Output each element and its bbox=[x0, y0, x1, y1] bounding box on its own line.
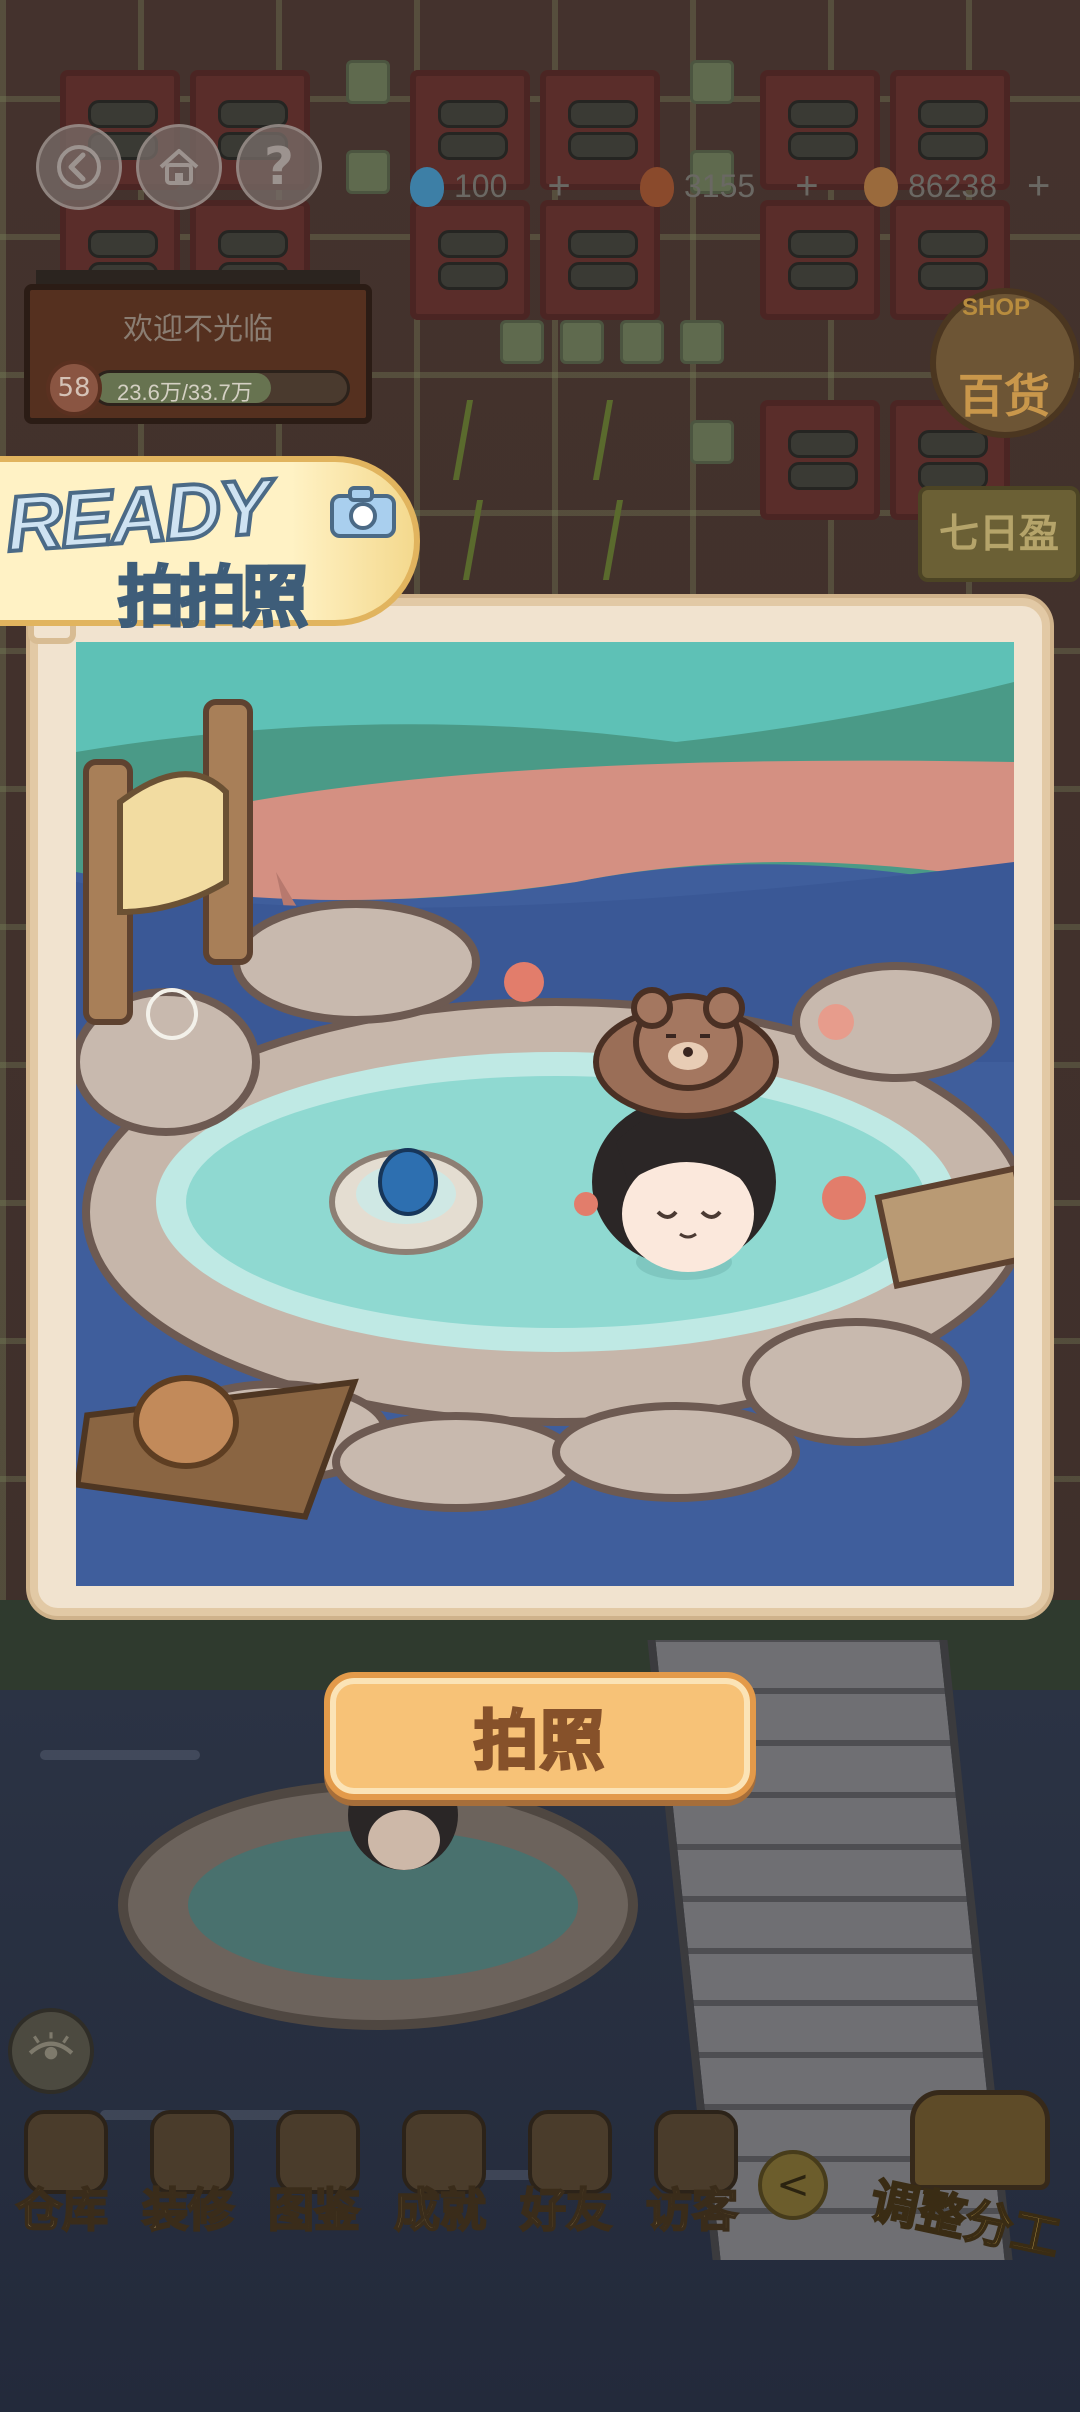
level-badge: 58 bbox=[46, 360, 102, 416]
hot-spring-scene bbox=[76, 642, 1014, 1586]
path-tile bbox=[690, 60, 734, 104]
toolbar-label: 仓库 bbox=[15, 2182, 109, 2238]
toolbar-label: 装修 bbox=[141, 2182, 235, 2238]
bottom-toolbar: 仓库 装修 图鉴 成就 好友 访客 bbox=[0, 2110, 840, 2240]
coin-icon bbox=[864, 166, 898, 207]
collapse-toolbar-button[interactable]: < bbox=[758, 2150, 828, 2220]
crop-plot bbox=[540, 200, 660, 320]
path-tile bbox=[680, 320, 724, 364]
resource-gem[interactable]: 100 + bbox=[410, 164, 571, 209]
wheat-plant bbox=[602, 500, 678, 580]
character-face bbox=[368, 1810, 440, 1870]
path-tile bbox=[500, 320, 544, 364]
hide-ui-button[interactable] bbox=[8, 2008, 94, 2094]
add-coin-button[interactable]: + bbox=[1027, 164, 1050, 209]
resource-fire[interactable]: 3155 + bbox=[640, 164, 819, 209]
wheat-plant bbox=[592, 400, 668, 480]
camera-icon bbox=[330, 486, 396, 538]
take-photo-label: 拍照 bbox=[473, 1704, 606, 1781]
resource-coin[interactable]: 86238 + bbox=[864, 164, 1050, 209]
shop-name: 欢迎不光临 bbox=[123, 312, 273, 347]
shop-tag: SHOP bbox=[962, 294, 1031, 321]
seven-day-event-button[interactable]: 七日盈实 bbox=[918, 486, 1080, 645]
toolbar-achievement[interactable]: 成就 bbox=[378, 2110, 502, 2240]
photo-frame bbox=[28, 596, 1050, 1616]
back-button[interactable] bbox=[36, 124, 122, 210]
home-button[interactable] bbox=[136, 124, 222, 210]
take-photo-button[interactable]: 拍照 bbox=[324, 1672, 756, 1800]
toolbar-label: 图鉴 bbox=[267, 2182, 361, 2238]
path-tile bbox=[690, 420, 734, 464]
welcome-sign[interactable]: 欢迎不光临 23.6万/33.7万 58 bbox=[24, 284, 372, 424]
flame-icon bbox=[640, 166, 674, 207]
path-tile bbox=[620, 320, 664, 364]
toolbar-friends[interactable]: 好友 bbox=[504, 2110, 628, 2240]
resource-fire-value: 3155 bbox=[684, 168, 756, 204]
photo-preview bbox=[76, 642, 1014, 1586]
ready-subtitle: 拍拍照 bbox=[117, 558, 310, 638]
toolbar-label: 访客 bbox=[645, 2182, 739, 2238]
toolbar-label: 成就 bbox=[393, 2182, 487, 2238]
toolbar-collection[interactable]: 图鉴 bbox=[252, 2110, 376, 2240]
path-tile bbox=[346, 60, 390, 104]
back-arrow-icon bbox=[57, 145, 101, 189]
crop-plot bbox=[760, 400, 880, 520]
resource-coin-value: 86238 bbox=[908, 168, 997, 204]
crop-plot bbox=[760, 200, 880, 320]
blue-drop-icon bbox=[410, 166, 444, 207]
toolbar-warehouse[interactable]: 仓库 bbox=[0, 2110, 124, 2240]
adjust-division-button[interactable]: 调整分工 bbox=[864, 2090, 1080, 2270]
level-progress-bar: 23.6万/33.7万 bbox=[92, 370, 350, 406]
path-tile bbox=[346, 150, 390, 194]
wheat-plant bbox=[462, 500, 538, 580]
crop-plot bbox=[410, 200, 530, 320]
wheat-plant bbox=[452, 400, 528, 480]
eye-icon bbox=[28, 2032, 74, 2060]
river-wave bbox=[40, 1750, 200, 1760]
add-gem-button[interactable]: + bbox=[547, 164, 570, 209]
toolbar-visitors[interactable]: 访客 bbox=[630, 2110, 754, 2240]
home-icon bbox=[159, 149, 199, 185]
toolbar-decorate[interactable]: 装修 bbox=[126, 2110, 250, 2240]
help-icon: ? bbox=[263, 137, 295, 197]
hot-spring-building[interactable] bbox=[118, 1760, 638, 2030]
shop-button[interactable]: SHOP 百货 bbox=[930, 288, 1080, 438]
ready-photo-banner: READY 拍拍照 bbox=[0, 456, 420, 638]
level-progress-text: 23.6万/33.7万 bbox=[117, 380, 253, 405]
shop-label: 百货 bbox=[958, 369, 1050, 423]
help-button[interactable]: ? bbox=[236, 124, 322, 210]
toolbar-label: 好友 bbox=[519, 2182, 613, 2238]
resource-gem-value: 100 bbox=[454, 168, 508, 204]
add-fire-button[interactable]: + bbox=[795, 164, 818, 209]
path-tile bbox=[560, 320, 604, 364]
